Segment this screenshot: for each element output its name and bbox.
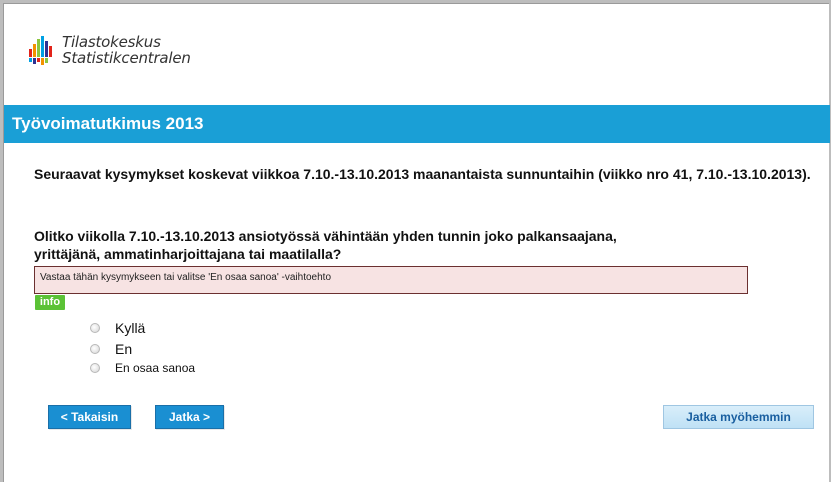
- title-bar: Työvoimatutkimus 2013: [4, 105, 830, 143]
- option-label: Kyllä: [115, 320, 146, 336]
- back-button[interactable]: < Takaisin: [48, 405, 131, 429]
- logo-line-1: Tilastokeskus: [62, 33, 161, 51]
- validation-message: Vastaa tähän kysymykseen tai valitse 'En…: [34, 266, 748, 294]
- continue-later-button[interactable]: Jatka myöhemmin: [663, 405, 814, 429]
- page-frame: Tilastokeskus Statistikcentralen Työvoim…: [3, 3, 830, 482]
- logo: Tilastokeskus Statistikcentralen: [28, 30, 191, 70]
- option-en-osaa-sanoa[interactable]: En osaa sanoa: [90, 361, 195, 375]
- statistics-finland-logo-icon: [29, 36, 52, 65]
- option-en[interactable]: En: [90, 341, 132, 357]
- option-kylla[interactable]: Kyllä: [90, 320, 145, 336]
- radio-en[interactable]: [90, 344, 100, 354]
- next-button[interactable]: Jatka >: [155, 405, 224, 429]
- option-label: En: [115, 341, 133, 357]
- info-button[interactable]: info: [35, 295, 65, 310]
- page-title: Työvoimatutkimus 2013: [12, 114, 204, 133]
- intro-text: Seuraavat kysymykset koskevat viikkoa 7.…: [34, 166, 811, 182]
- option-label: En osaa sanoa: [115, 361, 196, 375]
- radio-en-osaa-sanoa[interactable]: [90, 363, 100, 373]
- logo-line-2: Statistikcentralen: [62, 49, 191, 67]
- radio-kylla[interactable]: [90, 323, 100, 333]
- question-text: Olitko viikolla 7.10.-13.10.2013 ansioty…: [34, 228, 617, 262]
- logo-text: Tilastokeskus Statistikcentralen: [62, 34, 191, 66]
